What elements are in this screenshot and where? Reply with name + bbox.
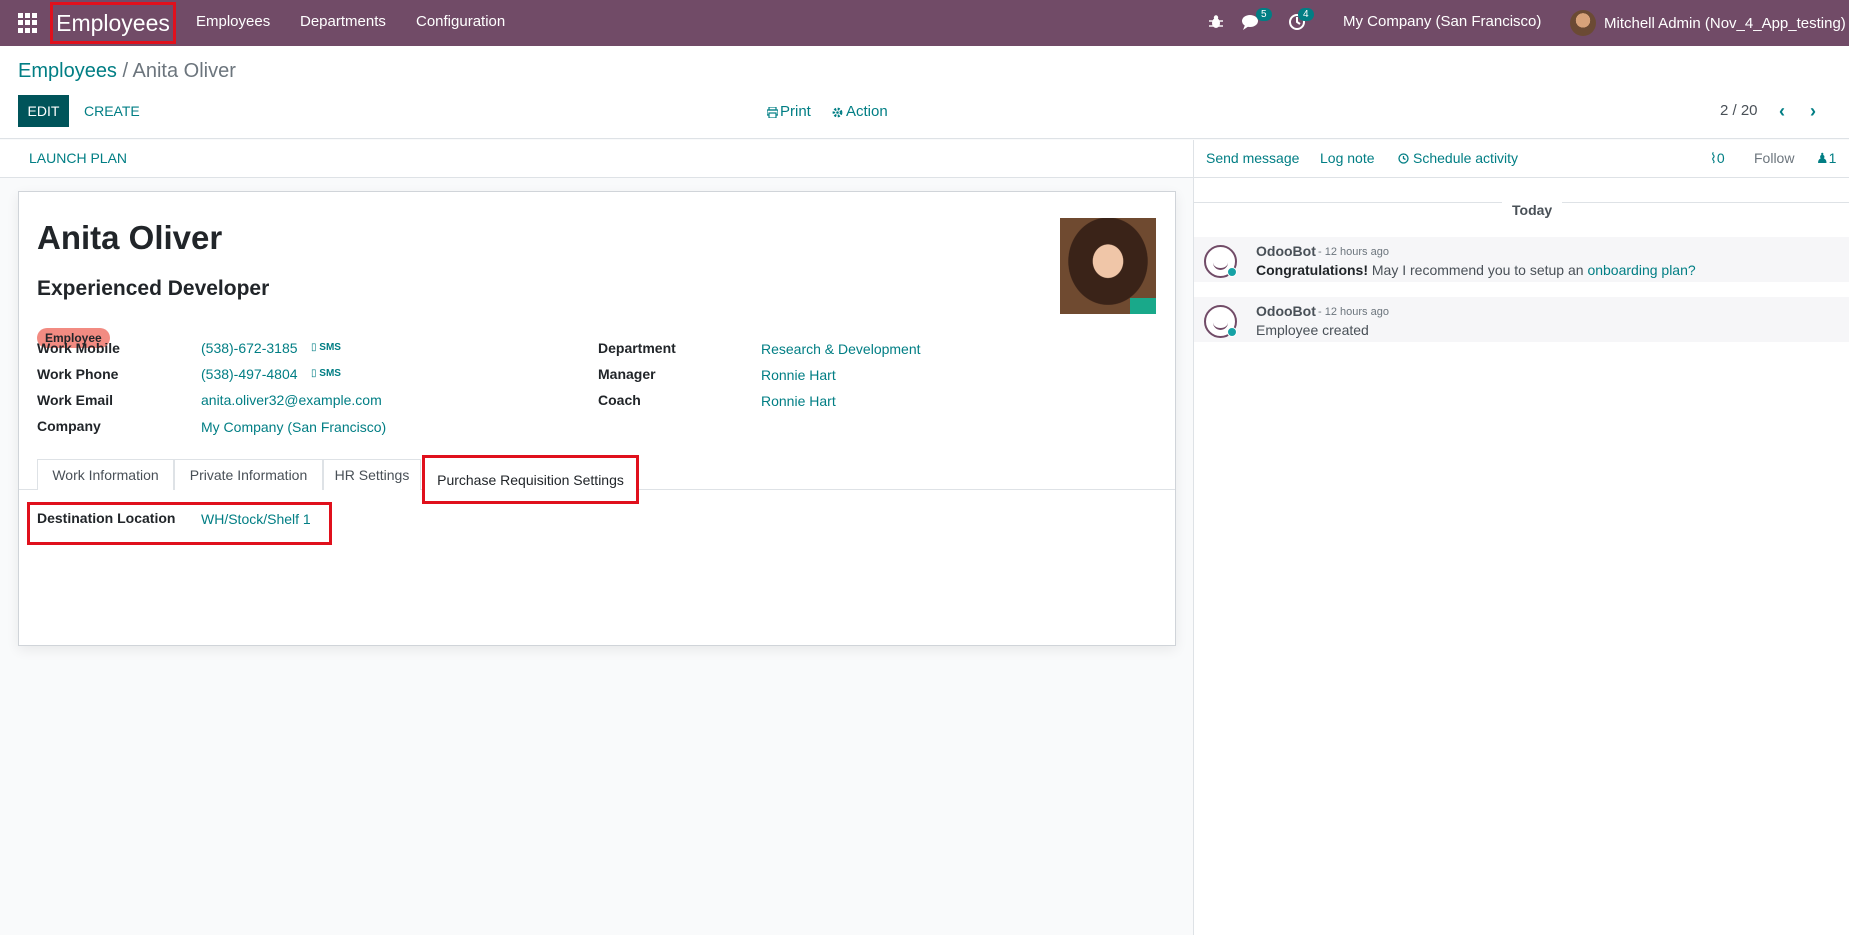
- work-mobile-sms-button[interactable]: ▯ SMS: [311, 342, 341, 353]
- print-icon: [767, 107, 778, 118]
- message-body: Congratulations! May I recommend you to …: [1256, 262, 1696, 278]
- clock-icon: [1398, 153, 1409, 164]
- followers-button[interactable]: ♟1: [1816, 150, 1836, 167]
- message-body: Employee created: [1256, 322, 1369, 338]
- sms-label: SMS: [319, 368, 341, 379]
- followers-count: 1: [1828, 150, 1837, 166]
- tab-private-information[interactable]: Private Information: [174, 459, 323, 490]
- work-mobile-value[interactable]: (538)-672-3185: [201, 340, 298, 356]
- pager-previous-icon[interactable]: ‹: [1779, 101, 1785, 122]
- form-sheet: Anita Oliver Experienced Developer Emplo…: [18, 191, 1176, 646]
- chatter-message: OdooBot - 12 hours ago Employee created: [1194, 297, 1849, 342]
- message-bold-text: Congratulations!: [1256, 262, 1368, 278]
- menu-configuration[interactable]: Configuration: [416, 13, 505, 30]
- manager-label: Manager: [598, 366, 656, 382]
- date-separator-label: Today: [1502, 202, 1563, 218]
- debug-bug-icon[interactable]: [1209, 14, 1223, 30]
- department-value[interactable]: Research & Development: [761, 341, 921, 357]
- notebook-tabs: Work Information Private Information HR …: [19, 455, 1175, 504]
- apps-menu-icon[interactable]: [18, 13, 38, 33]
- status-bar: LAUNCH PLAN: [0, 140, 1193, 178]
- print-button[interactable]: Print: [780, 103, 811, 120]
- user-name: Mitchell Admin (Nov_4_App_testing): [1604, 14, 1846, 32]
- app-title[interactable]: Employees: [50, 2, 176, 44]
- edit-button[interactable]: EDIT: [18, 95, 69, 127]
- message-author: OdooBot: [1256, 243, 1316, 259]
- message-author: OdooBot: [1256, 303, 1316, 319]
- heart-icon: [1227, 267, 1237, 277]
- attachments-button[interactable]: ⌇0: [1710, 150, 1725, 167]
- create-button[interactable]: CREATE: [84, 103, 140, 119]
- company-label: Company: [37, 418, 101, 434]
- manager-value[interactable]: Ronnie Hart: [761, 367, 836, 383]
- control-panel: Employees / Anita Oliver EDIT CREATE Pri…: [0, 46, 1849, 139]
- follow-button[interactable]: Follow: [1754, 150, 1794, 166]
- form-view: LAUNCH PLAN Anita Oliver Experienced Dev…: [0, 140, 1193, 935]
- pager-value[interactable]: 2 / 20: [1720, 102, 1758, 119]
- message-text: May I recommend you to setup an: [1371, 262, 1584, 278]
- company-switcher[interactable]: My Company (San Francisco): [1343, 13, 1541, 30]
- user-avatar: [1570, 10, 1596, 36]
- work-mobile-label: Work Mobile: [37, 340, 120, 356]
- breadcrumb-current: Anita Oliver: [132, 60, 236, 82]
- breadcrumb-separator: /: [122, 60, 129, 82]
- destination-location-label: Destination Location: [37, 510, 176, 526]
- chatter-message: OdooBot - 12 hours ago Congratulations! …: [1194, 237, 1849, 282]
- work-phone-label: Work Phone: [37, 366, 119, 382]
- user-menu[interactable]: Mitchell Admin (Nov_4_App_testing): [1570, 0, 1846, 46]
- message-time: - 12 hours ago: [1318, 306, 1389, 318]
- tab-hr-settings[interactable]: HR Settings: [323, 459, 421, 490]
- paperclip-icon: ⌇: [1710, 150, 1717, 166]
- tab-purchase-requisition-settings[interactable]: Purchase Requisition Settings: [422, 455, 639, 504]
- schedule-activity-button[interactable]: Schedule activity: [1413, 150, 1518, 166]
- coach-value[interactable]: Ronnie Hart: [761, 393, 836, 409]
- launch-plan-button[interactable]: LAUNCH PLAN: [29, 150, 127, 166]
- activities-count-badge: 4: [1298, 8, 1314, 21]
- breadcrumb: Employees / Anita Oliver: [18, 60, 236, 83]
- destination-location-value[interactable]: WH/Stock/Shelf 1: [201, 511, 311, 527]
- top-navbar: Employees Employees Departments Configur…: [0, 0, 1849, 46]
- pager-next-icon[interactable]: ›: [1810, 101, 1816, 122]
- breadcrumb-employees-link[interactable]: Employees: [18, 60, 117, 82]
- tab-work-information[interactable]: Work Information: [37, 459, 174, 490]
- attachments-count: 0: [1716, 150, 1725, 166]
- department-label: Department: [598, 340, 676, 356]
- job-title: Experienced Developer: [37, 277, 270, 300]
- send-message-button[interactable]: Send message: [1206, 150, 1299, 166]
- action-button[interactable]: Action: [846, 103, 888, 120]
- employee-name: Anita Oliver: [37, 219, 223, 256]
- chatter-panel: Send message Log note Schedule activity …: [1193, 140, 1849, 935]
- heart-icon: [1227, 327, 1237, 337]
- work-email-value[interactable]: anita.oliver32@example.com: [201, 392, 382, 408]
- chatter-topbar: Send message Log note Schedule activity …: [1194, 140, 1849, 178]
- work-email-label: Work Email: [37, 392, 113, 408]
- company-value[interactable]: My Company (San Francisco): [201, 419, 386, 435]
- work-phone-sms-button[interactable]: ▯ SMS: [311, 368, 341, 379]
- user-icon: ♟: [1816, 150, 1829, 166]
- employee-photo[interactable]: [1060, 218, 1156, 314]
- onboarding-plan-link[interactable]: onboarding plan?: [1587, 262, 1695, 278]
- message-time: - 12 hours ago: [1318, 246, 1389, 258]
- log-note-button[interactable]: Log note: [1320, 150, 1375, 166]
- sms-label: SMS: [319, 342, 341, 353]
- menu-departments[interactable]: Departments: [300, 13, 386, 30]
- work-phone-value[interactable]: (538)-497-4804: [201, 366, 298, 382]
- menu-employees[interactable]: Employees: [196, 13, 270, 30]
- coach-label: Coach: [598, 392, 641, 408]
- messages-count-badge: 5: [1256, 8, 1272, 21]
- gear-icon: [832, 107, 843, 118]
